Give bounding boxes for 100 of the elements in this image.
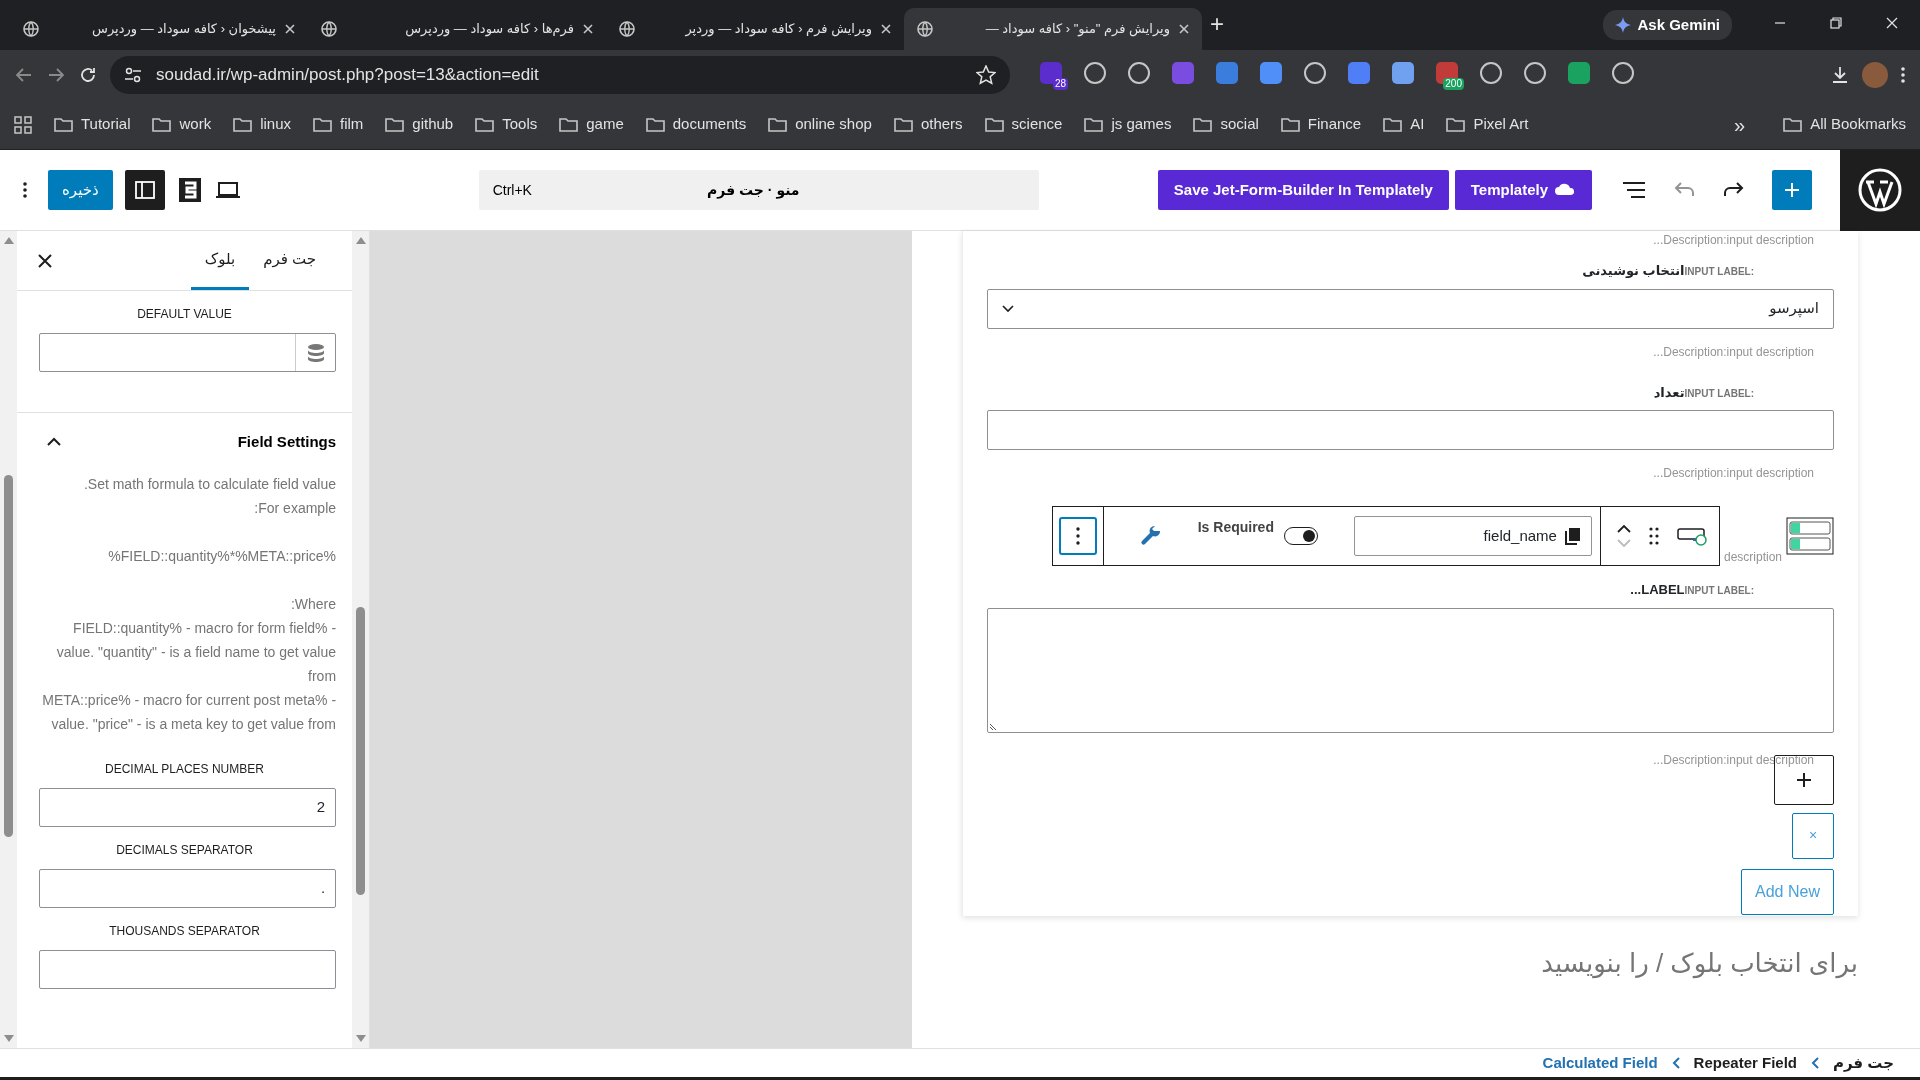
sidebar-toggle-button[interactable] (124, 170, 165, 210)
close-icon[interactable] (36, 252, 53, 269)
restore-icon[interactable] (1828, 15, 1844, 31)
address-bar[interactable]: soudad.ir/wp-admin/post.php?post=13&action=edit (110, 56, 1010, 94)
wrench-icon[interactable] (1139, 525, 1162, 547)
plus-icon (1795, 770, 1813, 789)
database-icon[interactable] (306, 342, 325, 363)
chevron-left-icon (1811, 1057, 1819, 1069)
input-field[interactable]: 2 (38, 787, 337, 827)
bookmark[interactable]: online shop (768, 113, 872, 136)
browser-tab[interactable]: فرم‌ها ‹ کافه سوداد — وردپرس (308, 8, 606, 50)
bookmark[interactable]: Pixel Art (1446, 113, 1529, 136)
templately-save-button[interactable]: Save Jet-Form-Builder In Templately (1157, 170, 1449, 210)
field-label: THOUSANDS SEPARATOR (108, 922, 261, 940)
breadcrumb-link[interactable]: Calculated Field (1542, 1051, 1658, 1075)
bookmark[interactable]: work (152, 113, 212, 136)
field-name-field[interactable]: field_name (1353, 516, 1592, 556)
bookmark[interactable]: Finance (1280, 113, 1362, 136)
bookmark[interactable]: github (385, 113, 454, 136)
description-text: Description:input description... (1652, 343, 1815, 361)
repeater-icon[interactable] (1786, 517, 1834, 555)
folder-icon (1280, 116, 1300, 133)
drag-handle-icon[interactable] (1648, 527, 1659, 545)
folder-icon (1783, 116, 1803, 133)
folder-icon (475, 116, 495, 133)
bookmark[interactable]: Tools (475, 113, 538, 136)
input-field[interactable]: . (38, 868, 337, 908)
gemini-button[interactable]: Ask Gemini (1603, 10, 1732, 40)
input-field[interactable] (987, 410, 1834, 450)
browser-tab[interactable]: ویرایش فرم "منو" ‹ کافه سوداد — (904, 8, 1202, 50)
field-label: انتخاب نوشیدنی (1582, 262, 1685, 280)
sparkle-icon (1615, 17, 1632, 33)
star-icon[interactable] (976, 65, 996, 85)
bookmark[interactable]: All Bookmarks (1783, 113, 1906, 136)
calculated-field-icon[interactable] (1676, 525, 1709, 547)
input-field[interactable] (38, 949, 337, 989)
sidebar-tab[interactable]: جت فرم (249, 231, 331, 290)
new-tab-button[interactable]: + (1210, 6, 1224, 42)
folder-icon (54, 116, 73, 133)
close-icon[interactable] (1884, 15, 1900, 31)
panel-toggle[interactable]: Field Settings (16, 413, 353, 472)
description-text: Description:input description... (1652, 232, 1815, 249)
more-options-button[interactable] (1058, 517, 1097, 555)
field-label: DECIMALS SEPARATOR (115, 841, 254, 859)
options-icon[interactable] (22, 180, 28, 200)
menu-icon[interactable] (1900, 65, 1906, 85)
wordpress-logo-icon[interactable] (1858, 168, 1902, 212)
templately-button[interactable]: Templately (1454, 170, 1592, 210)
browser-tab[interactable]: پیشخوان ‹ کافه سوداد — وردپرس (10, 8, 308, 50)
more-icon (1075, 527, 1080, 545)
scrollbar[interactable] (0, 231, 17, 1048)
folder-icon (893, 116, 913, 133)
bookmark[interactable]: Tutorial (54, 113, 131, 136)
browser-tab[interactable]: ویرایش فرم ‹ کافه سوداد — وردپر (606, 8, 904, 50)
select-value: اسپرسو (1769, 298, 1819, 319)
scrollbar[interactable] (352, 231, 369, 1048)
download-icon[interactable] (1830, 65, 1850, 85)
breadcrumb-link[interactable]: جت فرم (1833, 1051, 1894, 1075)
bookmark[interactable]: game (559, 113, 624, 136)
chevron-up-icon (46, 437, 61, 448)
globe-icon (916, 20, 934, 38)
bookmark[interactable]: others (893, 113, 963, 136)
breadcrumb-link[interactable]: Repeater Field (1693, 1051, 1797, 1075)
bookmark[interactable]: AI (1383, 113, 1425, 136)
field-label: DECIMAL PLACES NUMBER (104, 760, 265, 778)
bookmark[interactable]: film (313, 113, 364, 136)
folder-icon (152, 116, 172, 133)
globe-icon (618, 20, 636, 38)
folder-icon (233, 116, 253, 133)
textarea-field[interactable] (987, 607, 1834, 733)
url-text: soudad.ir/wp-admin/post.php?post=13&action=edit (156, 64, 540, 87)
block-appender-placeholder[interactable]: برای انتخاب بلوک / را بنویسید (962, 944, 1858, 983)
site-settings-icon (124, 66, 142, 84)
move-up-icon[interactable] (1616, 524, 1631, 533)
bookmark[interactable]: documents (645, 113, 747, 136)
folder-icon (1084, 116, 1104, 133)
help-text: Set math formula to calculate field value. (82, 474, 337, 494)
description-text: description (1722, 549, 1783, 566)
bookmark[interactable]: social (1193, 113, 1259, 136)
folder-icon (559, 116, 579, 133)
label-hint: INPUT LABEL: (1684, 584, 1754, 598)
sidebar-tab[interactable]: بلوک (190, 231, 250, 290)
bookmark[interactable]: science (984, 113, 1063, 136)
description-text: Description:input description... (1652, 465, 1815, 482)
folder-icon (1383, 116, 1403, 133)
reload-icon[interactable] (78, 65, 98, 85)
list-view-icon[interactable] (1622, 180, 1646, 200)
more-bookmarks-button[interactable]: » (1734, 109, 1746, 140)
select-field[interactable]: اسپرسو (987, 288, 1834, 329)
document-title: منو · جت فرم (707, 180, 801, 201)
laptop-icon[interactable] (214, 179, 241, 201)
copy-icon[interactable] (1564, 527, 1581, 545)
apps-icon[interactable] (14, 115, 32, 134)
folder-icon (1446, 116, 1466, 133)
jetformbuilder-logo-icon[interactable] (176, 176, 203, 204)
bookmark[interactable]: js games (1084, 113, 1172, 136)
sidebar-icon (133, 179, 156, 201)
bookmark[interactable]: linux (233, 113, 291, 136)
save-button[interactable]: ذخیره (48, 170, 113, 210)
default-value-field[interactable] (38, 333, 337, 372)
